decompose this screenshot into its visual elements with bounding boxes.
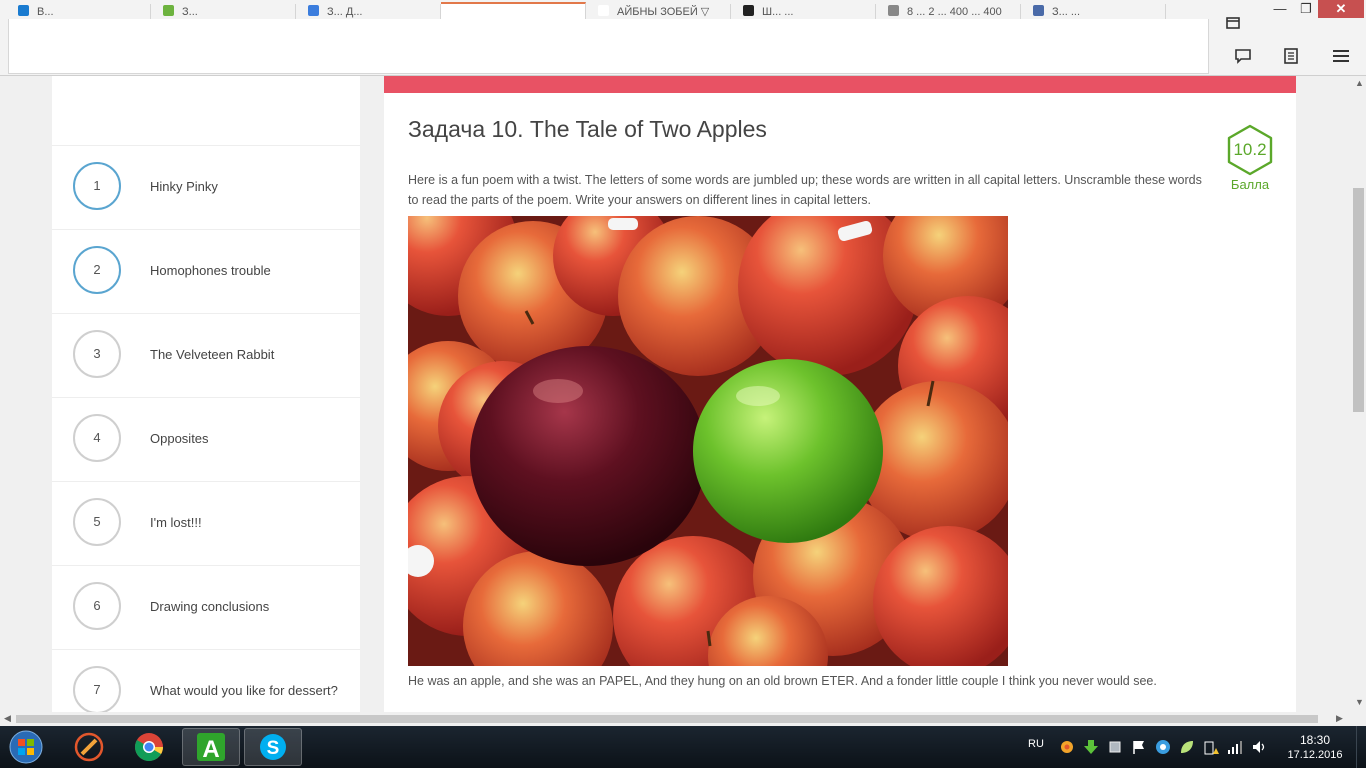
- minimize-button[interactable]: —: [1268, 0, 1292, 18]
- show-desktop-button[interactable]: [1356, 726, 1366, 768]
- task-instructions: Here is a fun poem with a twist. The let…: [408, 173, 1202, 207]
- taskbar-paint-app[interactable]: [60, 728, 118, 766]
- sidebar-task-item[interactable]: 6 Drawing conclusions: [52, 565, 360, 649]
- tab-label: З... Д...: [327, 6, 363, 18]
- windows-logo-icon: [9, 730, 43, 764]
- leaf-tray-icon[interactable]: [1179, 739, 1195, 755]
- svg-text:S: S: [267, 738, 280, 759]
- comment-icon[interactable]: [1229, 44, 1257, 68]
- tab-favicon-icon: [743, 5, 754, 16]
- app-a-icon: A: [197, 733, 225, 762]
- box-tray-icon[interactable]: [1107, 739, 1123, 755]
- score-label: Балла: [1230, 177, 1270, 192]
- sidebar-task-item[interactable]: 1 Hinky Pinky: [52, 145, 360, 229]
- tab-favicon-icon: [453, 5, 464, 16]
- task-number-circle: 5: [73, 498, 121, 546]
- browser-tray-icon[interactable]: [1155, 739, 1171, 755]
- taskbar-chrome-app[interactable]: [120, 728, 178, 766]
- scroll-left-icon[interactable]: ◀: [4, 713, 11, 724]
- skype-icon: S: [260, 734, 286, 760]
- tab-favicon-icon: [308, 5, 319, 16]
- browser-tab[interactable]: В...: [6, 4, 151, 20]
- sidebar-task-item[interactable]: 4 Opposites: [52, 397, 360, 481]
- page-viewport: 1 Hinky Pinky 2 Homophones trouble 3 The Velv…: [0, 76, 1352, 712]
- reader-mode-icon[interactable]: [1277, 44, 1305, 68]
- task-number-circle: 6: [73, 582, 121, 630]
- task-name-label: I'm lost!!!: [150, 514, 202, 530]
- browser-tab[interactable]: З...: [151, 4, 296, 20]
- address-panel[interactable]: [8, 19, 1209, 74]
- tab-label: Ш... ...: [762, 6, 794, 18]
- browser-tab[interactable]: 8 ... 2 ... 400 ... 400: [876, 4, 1021, 20]
- apples-photo: [408, 216, 1008, 666]
- browser-tab[interactable]: З... Д...: [296, 4, 441, 20]
- sidebar-task-item[interactable]: 2 Homophones trouble: [52, 229, 360, 313]
- task-number-circle: 3: [73, 330, 121, 378]
- task-sidebar: 1 Hinky Pinky 2 Homophones trouble 3 The Velv…: [52, 76, 360, 712]
- signal-icon[interactable]: [1227, 739, 1243, 755]
- task-number-circle: 1: [73, 162, 121, 210]
- task-content: Задача 10. The Tale of Two Apples 10.2 Б…: [384, 76, 1296, 712]
- tab-label: АЙБНЫ ЗОБЕЙ ▽: [617, 6, 710, 18]
- sidebar-task-item[interactable]: 3 The Velveteen Rabbit: [52, 313, 360, 397]
- chrome-icon: [135, 733, 163, 761]
- score-value: 10.2: [1233, 140, 1266, 159]
- flower-tray-icon[interactable]: [1059, 739, 1075, 755]
- task-name-label: What would you like for dessert?: [150, 682, 338, 698]
- task-name-label: Homophones trouble: [150, 262, 271, 278]
- task-number-circle: 7: [73, 666, 121, 712]
- browser-tab[interactable]: Ш... ...: [731, 4, 876, 20]
- browser-tab[interactable]: З... ...: [1021, 4, 1166, 20]
- scroll-up-icon[interactable]: ▲: [1355, 78, 1364, 88]
- task-number-circle: 2: [73, 246, 121, 294]
- tab-favicon-icon: [888, 5, 899, 16]
- clock-date[interactable]: 17.12.2016: [1282, 749, 1348, 761]
- taskbar-skype-app[interactable]: S: [244, 728, 302, 766]
- clock-time[interactable]: 18:30: [1290, 733, 1340, 747]
- task-name-label: Hinky Pinky: [150, 178, 218, 194]
- tab-strip: В... З... З... Д... АЙБНЫ ЗОБЕЙ ▽ Ш... ... 8 …: [0, 0, 1200, 20]
- poem-text: He was an apple, and she was an PAPEL, A…: [408, 674, 1157, 688]
- vertical-scroll-thumb[interactable]: [1353, 188, 1364, 412]
- task-title: Задача 10. The Tale of Two Apples: [408, 116, 767, 142]
- tab-label: З... ...: [1052, 6, 1081, 18]
- sidebar-task-item[interactable]: 7 What would you like for dessert?: [52, 649, 360, 712]
- volume-icon[interactable]: [1251, 739, 1267, 755]
- browser-tab[interactable]: [441, 2, 586, 20]
- tab-label: З...: [182, 6, 198, 18]
- scroll-right-icon[interactable]: ▶: [1336, 713, 1343, 724]
- tab-favicon-icon: [18, 5, 29, 16]
- browser-tab[interactable]: АЙБНЫ ЗОБЕЙ ▽: [586, 4, 731, 20]
- svg-text:A: A: [202, 736, 219, 762]
- tab-favicon-icon: [598, 5, 609, 16]
- task-name-label: Drawing conclusions: [150, 598, 270, 614]
- pencil-icon: [74, 732, 104, 762]
- scroll-down-icon[interactable]: ▼: [1355, 697, 1364, 707]
- menu-icon[interactable]: [1327, 44, 1355, 68]
- accent-bar: [384, 76, 1296, 93]
- battery-warning-icon[interactable]: [1203, 739, 1219, 755]
- sidebar-task-item[interactable]: 5 I'm lost!!!: [52, 481, 360, 565]
- task-name-label: Opposites: [150, 430, 209, 446]
- close-button[interactable]: ✕: [1318, 0, 1364, 18]
- task-number-circle: 4: [73, 414, 121, 462]
- language-indicator[interactable]: RU: [1028, 738, 1044, 750]
- tab-label: В...: [37, 6, 54, 18]
- browser-chrome: В... З... З... Д... АЙБНЫ ЗОБЕЙ ▽ Ш... ... 8 …: [0, 0, 1366, 76]
- start-button[interactable]: [0, 728, 52, 766]
- horizontal-scroll-thumb[interactable]: [16, 715, 1318, 723]
- tab-favicon-icon: [1033, 5, 1044, 16]
- tab-favicon-icon: [163, 5, 174, 16]
- flag-tray-icon[interactable]: [1131, 739, 1147, 755]
- score-badge: 10.2: [1227, 124, 1273, 176]
- taskbar: A S RU 18:30 17.12.2016: [0, 726, 1366, 768]
- taskbar-app-a[interactable]: A: [182, 728, 240, 766]
- maximize-button[interactable]: ❐: [1294, 0, 1318, 18]
- task-name-label: The Velveteen Rabbit: [150, 346, 275, 362]
- tab-label: 8 ... 2 ... 400 ... 400: [907, 6, 1002, 18]
- tab-list-icon[interactable]: [1219, 10, 1247, 34]
- download-tray-icon[interactable]: [1083, 739, 1099, 755]
